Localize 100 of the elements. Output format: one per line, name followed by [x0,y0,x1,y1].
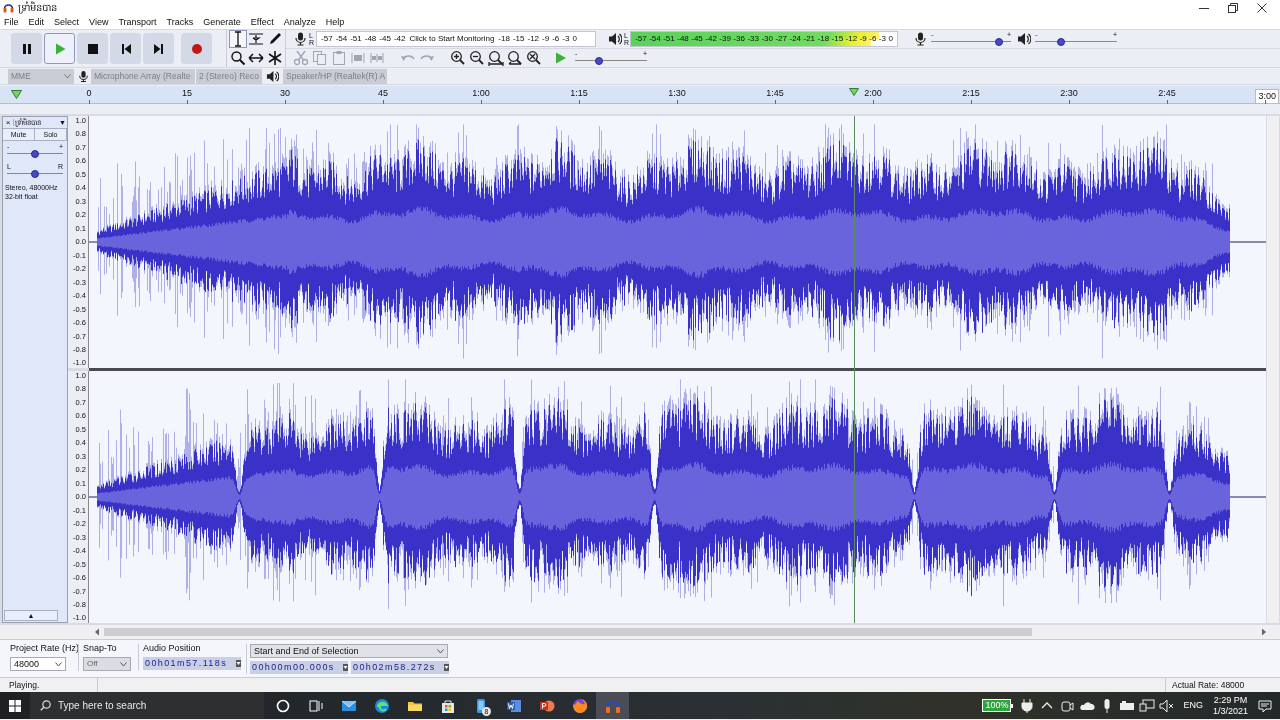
menu-item[interactable]: Select [54,17,80,27]
close-icon[interactable] [1257,2,1267,13]
menu-item[interactable]: Edit [28,17,45,27]
slider-thumb[interactable] [31,170,39,178]
envelope-tool[interactable] [247,30,266,48]
dropdown[interactable]: Off [83,657,131,671]
dropdown[interactable]: 48000 [10,657,66,671]
zoom-out-icon [468,50,485,67]
slider-thumb[interactable] [594,57,603,66]
time-field[interactable]: 00h01m57.118s [143,657,241,670]
meter-tick-label: -54 [649,35,661,44]
skip-to-start-icon [119,42,132,55]
slider-thumb[interactable] [31,150,39,158]
meter-tick-label: -30 [761,35,773,44]
caret-icon [343,664,348,671]
meter-tick-label: 0 [572,35,577,44]
left-arrow-icon[interactable] [94,628,100,636]
meter-tick-label: -57 [321,35,333,44]
language-indicator[interactable]: ENG [1183,701,1203,710]
zoom-toggle-icon [525,50,542,67]
time-label: 45 [378,89,388,98]
field-label: Audio Position [143,644,202,653]
fox-globe-icon [571,697,588,714]
fit-project-icon [506,50,523,67]
meter-tick-label: -48 [677,35,689,44]
menu-item[interactable]: Transport [118,17,157,27]
time-label: 2:15 [962,89,980,98]
maximize-icon[interactable] [1228,2,1238,13]
play-icon [554,52,567,65]
asterisk-icon [266,50,283,66]
time-label: 30 [280,89,290,98]
record-button[interactable] [181,33,212,64]
time-field[interactable]: 00h00m00.000s [250,661,348,674]
network-icon[interactable] [1139,697,1156,714]
slider-thumb[interactable] [995,38,1004,47]
zoom-out-button[interactable] [468,49,485,67]
time-label: 2:00 [864,89,882,98]
stop-button[interactable] [77,33,108,64]
zoom-in-icon [449,50,466,67]
scrollbar-thumb[interactable] [104,628,1032,636]
play-triangle-icon[interactable] [11,90,22,99]
vertical-scrollbar[interactable] [1267,116,1279,623]
meter-tick-label: -3 [562,35,570,44]
meter-tick-label: -18 [498,35,510,44]
muted-speaker-icon[interactable] [1159,697,1176,714]
record-icon [190,42,203,55]
meter-tick-label: -51 [663,35,675,44]
skip-to-end-button[interactable] [143,33,174,64]
menu-item[interactable]: Help [325,17,345,27]
waveform-drawing[interactable] [89,116,1266,368]
meter-tick-label: -45 [691,35,703,44]
fit-selection-button[interactable] [487,49,504,67]
meter-tick-label: -15 [831,35,844,44]
skip-to-start-button[interactable] [110,33,141,64]
word-icon [505,697,522,714]
menu-item[interactable]: Generate [203,17,241,27]
pause-button[interactable] [11,33,42,64]
envelope-tool-icon [248,31,265,47]
meter-tick-label: -54 [335,35,348,44]
zoom-in-button[interactable] [449,49,466,67]
plug-icon[interactable] [1019,697,1036,714]
selection-tool[interactable] [229,30,247,48]
menu-item[interactable]: File [4,17,19,27]
meter-tick-label: -57 [635,35,647,44]
caret-icon [55,661,62,667]
fit-project-button[interactable] [506,49,523,67]
stop-icon [86,42,99,55]
level-meter[interactable]: -57 -54 -51 -48 -45 -42 Click to Start Monitoring -18 -15 -12 -9 -6 -3 0 [316,31,597,48]
time-label: 2:30 [1060,89,1078,98]
close-track-button[interactable]: × [3,118,13,127]
meter-tick-label: -45 [379,35,391,44]
meter-tick-label: -21 [803,35,816,44]
windows-icon [9,699,21,712]
time-label: 1:30 [668,89,686,98]
caret-icon [444,664,449,671]
dropdown[interactable]: Start and End of Selection [250,644,448,658]
meter-tick-label: -42 [705,35,717,44]
timeline-ruler[interactable] [0,86,1280,104]
meter-tick-label: -48 [364,35,377,44]
menu-item[interactable]: Tracks [166,17,194,27]
waveform-drawing[interactable] [89,371,1266,623]
time-label: 15 [182,89,192,98]
time-field[interactable]: 00h02m58.272s [351,661,449,674]
speaker-icon [266,69,279,83]
menu-item[interactable]: View [89,17,109,27]
right-arrow-icon[interactable] [1261,628,1267,636]
menu-item[interactable]: Analyze [283,17,316,27]
meter-tick-label: -27 [775,35,787,44]
zoom-tool[interactable] [229,49,247,67]
clipboard-icon [330,50,347,67]
horizontal-scrollbar[interactable] [0,625,1280,639]
slider-thumb[interactable] [1057,38,1066,47]
search-field[interactable]: Type here to search [30,692,264,719]
menu-item[interactable]: Effect [250,17,274,27]
zoom-toggle-button[interactable] [525,49,542,67]
clock[interactable]: 2:29 PM 1/3/2021 [1212,694,1248,717]
pause-icon [20,42,33,55]
field-label: Snap-To [83,644,118,653]
meter-tick-label: -36 [733,35,745,44]
notifications-icon[interactable] [1258,698,1272,713]
